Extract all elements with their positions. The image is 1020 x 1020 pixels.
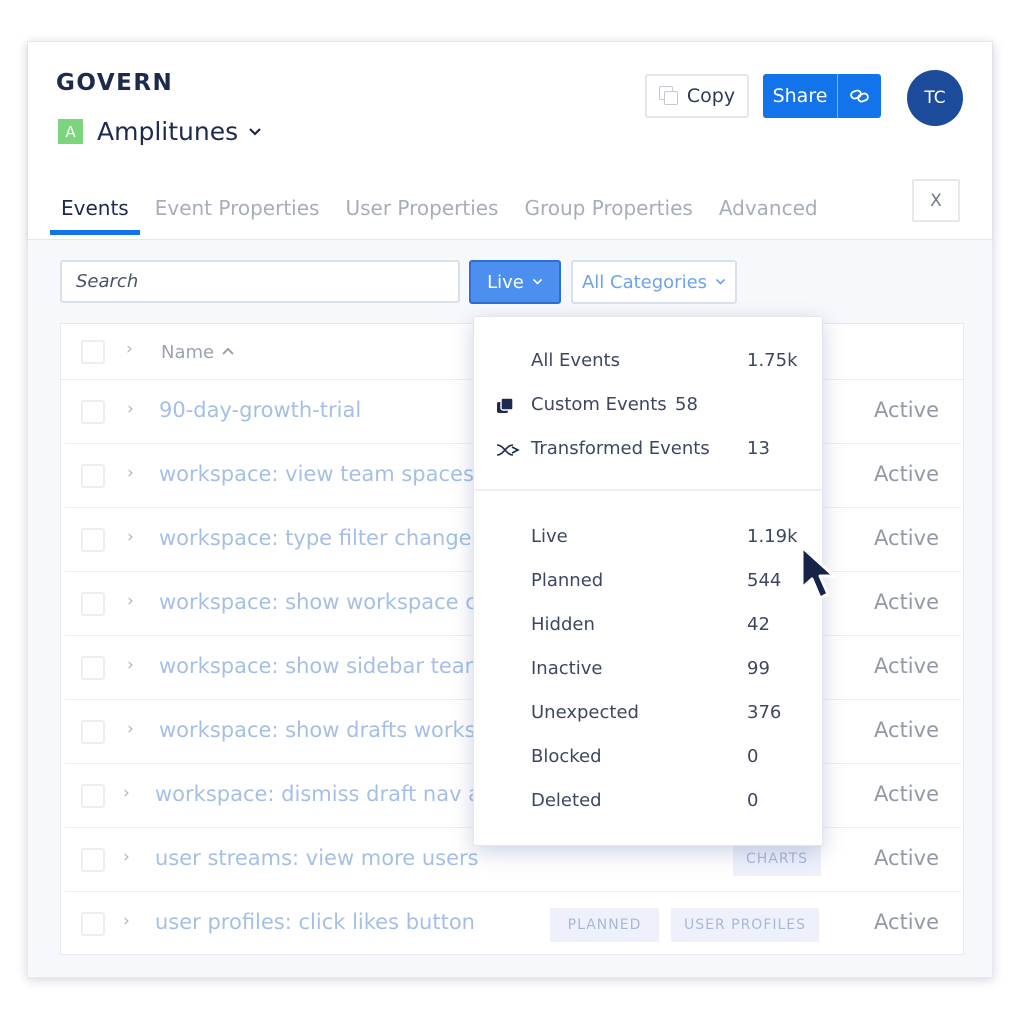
dropdown-item-custom-events[interactable]: Custom Events bbox=[531, 394, 667, 415]
dropdown-item-deleted[interactable]: Deleted bbox=[531, 790, 602, 811]
event-status: Active bbox=[874, 718, 939, 742]
category-tag: USER PROFILES bbox=[671, 908, 819, 942]
project-selector[interactable]: A Amplitunes bbox=[58, 117, 262, 146]
chevron-right-icon[interactable]: › bbox=[123, 783, 130, 803]
dropdown-count: 58 bbox=[675, 394, 698, 415]
copy-button[interactable]: Copy bbox=[645, 74, 749, 118]
row-checkbox[interactable] bbox=[81, 848, 105, 872]
event-status: Active bbox=[874, 782, 939, 806]
event-name[interactable]: workspace: dismiss draft nav aw bbox=[155, 782, 498, 806]
event-name[interactable]: workspace: type filter changed bbox=[159, 526, 485, 550]
chevron-right-icon[interactable]: › bbox=[127, 399, 134, 419]
event-name[interactable]: user streams: view more users bbox=[155, 846, 479, 870]
row-checkbox[interactable] bbox=[81, 784, 105, 808]
dropdown-item-hidden[interactable]: Hidden bbox=[531, 614, 595, 635]
chevron-right-icon[interactable]: › bbox=[127, 591, 134, 611]
category-tag: CHARTS bbox=[733, 842, 821, 876]
tab-group-properties[interactable]: Group Properties bbox=[513, 192, 703, 235]
event-status: Active bbox=[874, 846, 939, 870]
link-icon bbox=[849, 89, 869, 103]
tab-events[interactable]: Events bbox=[50, 192, 140, 235]
link-button[interactable] bbox=[838, 74, 881, 118]
dropdown-item-inactive[interactable]: Inactive bbox=[531, 658, 602, 679]
dropdown-item-blocked[interactable]: Blocked bbox=[531, 746, 602, 767]
live-filter-button[interactable]: Live bbox=[469, 260, 561, 304]
section-title: GOVERN bbox=[56, 70, 174, 96]
chevron-right-icon[interactable]: › bbox=[126, 339, 133, 359]
live-filter-label: Live bbox=[487, 271, 524, 293]
dropdown-count: 0 bbox=[747, 746, 759, 767]
row-checkbox[interactable] bbox=[81, 592, 105, 616]
mouse-pointer-icon bbox=[798, 544, 844, 610]
event-status: Active bbox=[874, 910, 939, 934]
status-tag: PLANNED bbox=[550, 908, 659, 942]
dropdown-item-planned[interactable]: Planned bbox=[531, 570, 603, 591]
dropdown-item-transformed-events[interactable]: Transformed Events bbox=[531, 438, 710, 459]
dropdown-count: 376 bbox=[747, 702, 782, 723]
close-button[interactable]: X bbox=[912, 179, 960, 222]
dropdown-divider bbox=[474, 489, 822, 491]
tab-event-properties[interactable]: Event Properties bbox=[144, 192, 331, 235]
event-name[interactable]: user profiles: click likes button bbox=[155, 910, 475, 934]
avatar[interactable]: TC bbox=[907, 70, 963, 126]
tab-bar: Events Event Properties User Properties … bbox=[50, 192, 833, 235]
chevron-right-icon[interactable]: › bbox=[123, 911, 130, 931]
chevron-down-icon bbox=[715, 275, 726, 289]
event-status: Active bbox=[874, 398, 939, 422]
dropdown-count: 13 bbox=[747, 438, 770, 459]
custom-events-icon bbox=[496, 397, 514, 419]
dropdown-count: 99 bbox=[747, 658, 770, 679]
dropdown-count: 1.19k bbox=[747, 526, 798, 547]
project-name: Amplitunes bbox=[97, 117, 239, 146]
event-status: Active bbox=[874, 526, 939, 550]
dropdown-count: 42 bbox=[747, 614, 770, 635]
row-checkbox[interactable] bbox=[81, 528, 105, 552]
event-name[interactable]: workspace: show drafts workspa bbox=[159, 718, 502, 742]
chevron-right-icon[interactable]: › bbox=[127, 655, 134, 675]
row-checkbox[interactable] bbox=[81, 656, 105, 680]
dropdown-count: 0 bbox=[747, 790, 759, 811]
share-button-group: Share bbox=[763, 74, 881, 118]
event-name[interactable]: 90-day-growth-trial bbox=[159, 398, 361, 422]
search-input[interactable]: Search bbox=[60, 260, 460, 303]
dropdown-count: 544 bbox=[747, 570, 782, 591]
sort-ascending-icon[interactable] bbox=[221, 342, 235, 360]
transform-icon bbox=[496, 442, 520, 462]
chevron-right-icon[interactable]: › bbox=[127, 719, 134, 739]
tab-user-properties[interactable]: User Properties bbox=[334, 192, 509, 235]
project-badge: A bbox=[58, 119, 83, 144]
dropdown-item-unexpected[interactable]: Unexpected bbox=[531, 702, 639, 723]
chevron-right-icon[interactable]: › bbox=[127, 527, 134, 547]
panel-header: GOVERN A Amplitunes Copy Share TC Events bbox=[28, 42, 992, 240]
table-row[interactable]: › user profiles: click likes button PLAN… bbox=[65, 892, 961, 956]
copy-icon bbox=[658, 86, 679, 106]
row-checkbox[interactable] bbox=[81, 464, 105, 488]
chevron-down-icon bbox=[248, 123, 262, 141]
event-status: Active bbox=[874, 462, 939, 486]
chevron-right-icon[interactable]: › bbox=[123, 847, 130, 867]
live-filter-dropdown: All Events 1.75k Custom Events 58 Transf… bbox=[473, 316, 823, 846]
dropdown-item-all-events[interactable]: All Events bbox=[531, 350, 620, 371]
dropdown-count: 1.75k bbox=[747, 350, 798, 371]
name-column-header[interactable]: Name bbox=[161, 342, 214, 363]
share-button[interactable]: Share bbox=[763, 74, 838, 118]
event-status: Active bbox=[874, 590, 939, 614]
event-name[interactable]: workspace: show sidebar team s bbox=[159, 654, 503, 678]
category-filter-label: All Categories bbox=[581, 271, 708, 293]
event-name[interactable]: workspace: show workspace cu bbox=[159, 590, 490, 614]
copy-button-label: Copy bbox=[686, 85, 736, 107]
chevron-right-icon[interactable]: › bbox=[127, 463, 134, 483]
dropdown-item-live[interactable]: Live bbox=[531, 526, 568, 547]
event-status: Active bbox=[874, 654, 939, 678]
tab-advanced[interactable]: Advanced bbox=[708, 192, 829, 235]
category-filter-button[interactable]: All Categories bbox=[571, 260, 737, 304]
chevron-down-icon bbox=[532, 275, 543, 289]
row-checkbox[interactable] bbox=[81, 912, 105, 936]
row-checkbox[interactable] bbox=[81, 400, 105, 424]
select-all-checkbox[interactable] bbox=[81, 340, 105, 364]
row-checkbox[interactable] bbox=[81, 720, 105, 744]
event-name[interactable]: workspace: view team spaces ba bbox=[159, 462, 507, 486]
